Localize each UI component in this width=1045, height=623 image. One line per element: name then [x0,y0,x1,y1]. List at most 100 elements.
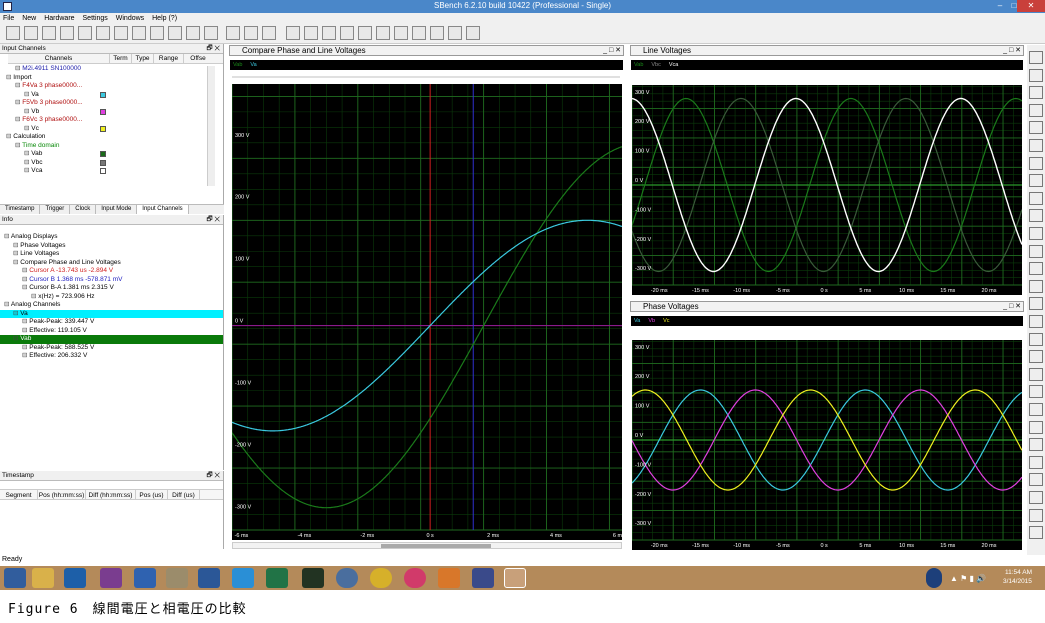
color-swatch[interactable] [100,159,106,166]
col-diff-us[interactable]: Diff (us) [168,490,200,499]
window-controls[interactable]: _ □ ✕ [1003,302,1021,312]
side-tool-button-27[interactable] [1029,526,1043,540]
toolbar-button-12[interactable] [226,26,240,40]
side-tool-button-24[interactable] [1029,473,1043,487]
toolbar-button-0[interactable] [6,26,20,40]
clock-time[interactable]: 11:54 AM [1005,569,1032,576]
tree-row[interactable]: ⊟ F4Va 3 phase0000... [6,82,223,91]
col-offset[interactable]: Offse [184,54,212,63]
side-tool-button-13[interactable] [1029,279,1043,293]
tree-row[interactable]: ⊟ Cursor A -13.743 us -2.894 V [4,267,223,276]
tree-row[interactable]: ⊟ Peak-Peak: 588.525 V [4,344,223,353]
toolbar-button-23[interactable] [430,26,444,40]
side-tool-button-10[interactable] [1029,227,1043,240]
menu-windows[interactable]: Windows [116,15,144,22]
tree-row[interactable]: ⊟ Cursor B 1.368 ms -578.871 mV [4,276,223,285]
col-pos-hms[interactable]: Pos (hh:mm:ss) [38,490,86,499]
toolbar-button-20[interactable] [376,26,390,40]
ie-icon[interactable] [232,568,254,588]
tree-row[interactable]: ⊟ Vc [6,125,223,134]
side-tool-button-25[interactable] [1029,491,1043,504]
app-icon-5[interactable] [166,568,188,588]
tree-row[interactable]: ⊟ Vbc [6,159,223,168]
col-pos-us[interactable]: Pos (us) [136,490,168,499]
tree-row[interactable]: ⊟ Vb [6,108,223,117]
side-tool-button-3[interactable] [1029,103,1043,117]
toolbar-button-25[interactable] [466,26,480,40]
side-tool-button-2[interactable] [1029,86,1043,100]
explorer-icon[interactable] [32,568,54,588]
side-tool-button-18[interactable] [1029,367,1043,381]
chrome-icon[interactable] [370,568,392,588]
side-tool-button-20[interactable] [1029,403,1043,416]
toolbar-button-19[interactable] [358,26,372,40]
col-term[interactable]: Term [110,54,132,63]
color-swatch[interactable] [100,108,106,115]
tab-input-channels[interactable]: Input Channels [137,205,189,214]
col-segment[interactable]: Segment [0,490,38,499]
toolbar-button-22[interactable] [412,26,426,40]
side-tool-button-21[interactable] [1029,420,1043,434]
menu-settings[interactable]: Settings [83,15,108,22]
tab-clock[interactable]: Clock [70,205,97,214]
window-controls[interactable]: _ □ ✕ [603,46,621,56]
app-icon-14[interactable] [472,568,494,588]
tree-row[interactable]: ⊟ Line Voltages [4,250,223,259]
tab-input-mode[interactable]: Input Mode [96,205,138,214]
word-icon[interactable] [198,568,220,588]
col-diff-hms[interactable]: Diff (hh:mm:ss) [86,490,136,499]
menu-hardware[interactable]: Hardware [44,15,74,22]
tree-row[interactable]: ⊟ Analog Displays [4,233,223,242]
toolbar-button-4[interactable] [78,26,92,40]
matlab-icon[interactable] [438,568,460,588]
toolbar-button-10[interactable] [186,26,200,40]
app-icon-10[interactable] [336,568,358,588]
tree-row[interactable]: ⊟ Peak-Peak: 339.447 V [4,318,223,327]
tree-node-icon[interactable]: ⊟ [4,301,11,308]
color-swatch[interactable] [100,91,106,98]
side-tool-button-19[interactable] [1029,385,1043,399]
toolbar-button-1[interactable] [24,26,38,40]
phase-window-title[interactable]: Phase Voltages _ □ ✕ [630,301,1024,312]
menu-help[interactable]: Help (?) [152,15,177,22]
start-button[interactable] [4,568,26,588]
tree-row[interactable]: ⊟ Effective: 119.105 V [4,327,223,336]
side-tool-button-6[interactable] [1029,156,1043,170]
compare-hscrollbar[interactable] [232,542,622,549]
tree-row[interactable]: ⊟ M2i.4911 SN100000 [6,65,223,74]
toolbar-button-24[interactable] [448,26,462,40]
panel-close-icon[interactable]: 🗗 ✕ [206,471,220,481]
menu-new[interactable]: New [22,15,36,22]
tree-node-icon[interactable]: ⊟ [4,233,11,240]
tree-row[interactable]: ⊟ Calculation [6,133,223,142]
scroll-thumb[interactable] [381,544,491,548]
side-tool-button-4[interactable] [1029,121,1043,135]
itunes-icon[interactable] [404,568,426,588]
side-tool-button-1[interactable] [1029,68,1043,82]
toolbar-button-9[interactable] [168,26,182,40]
tree-row[interactable]: ⊟ F5Vb 3 phase0000... [6,99,223,108]
tree-row[interactable]: ⊟ Phase Voltages [4,242,223,251]
tree-row[interactable]: ⊟ Analog Channels [4,301,223,310]
toolbar-button-13[interactable] [244,26,258,40]
color-swatch[interactable] [100,168,106,174]
excel-icon[interactable] [266,568,288,588]
color-swatch[interactable] [100,151,106,157]
tree-row[interactable]: ⊟ Import [6,74,223,83]
phase-voltages-plot[interactable]: 300 V 200 V 100 V 0 V -100 V -200 V -300 V -20 … [632,340,1022,550]
tree-row[interactable]: ⊟ Cursor B-A 1.381 ms 2.315 V [4,284,223,293]
tree-row[interactable]: ⊟ Effective: 206.332 V [4,352,223,361]
app-icon-4[interactable] [134,568,156,588]
color-swatch[interactable] [100,125,106,132]
side-tool-button-7[interactable] [1029,174,1043,188]
help-icon[interactable] [926,568,942,588]
menu-file[interactable]: File [3,15,14,22]
toolbar-button-6[interactable] [114,26,128,40]
tab-timestamp[interactable]: Timestamp [0,205,41,214]
toolbar-button-7[interactable] [132,26,146,40]
toolbar-button-2[interactable] [42,26,56,40]
side-tool-button-11[interactable] [1029,244,1043,258]
col-channels[interactable]: Channels [8,54,110,63]
window-controls[interactable]: _ □ ✕ [1003,46,1021,56]
toolbar-button-18[interactable] [340,26,354,40]
